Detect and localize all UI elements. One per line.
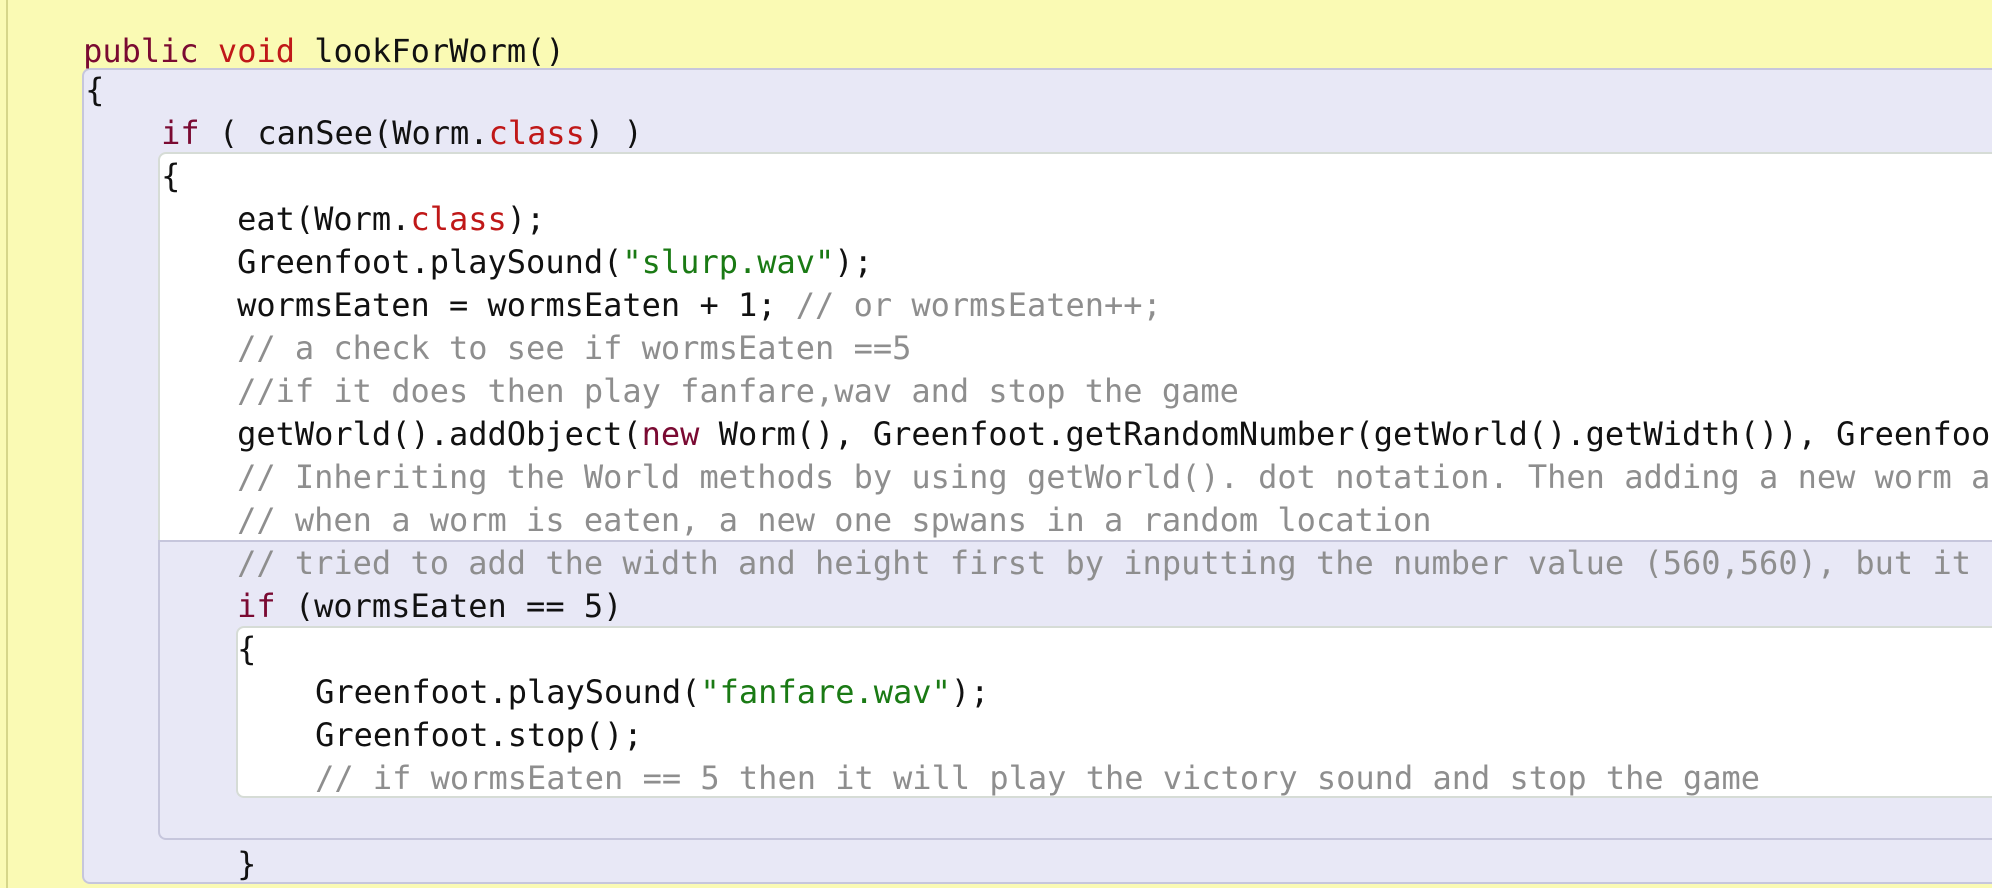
- keyword-void: void: [217, 32, 295, 70]
- code-line-comment-width[interactable]: // tried to add the width and height fir…: [160, 499, 1992, 582]
- code-editor[interactable]: public void lookForWorm() { if ( canSee(…: [0, 0, 1992, 888]
- code-text: ( canSee(Worm.: [199, 114, 489, 152]
- code-line-stop[interactable]: Greenfoot.stop();: [238, 671, 643, 754]
- code-line-if-open-brace[interactable]: {: [84, 112, 180, 195]
- code-line-comment-spawn[interactable]: // when a worm is eaten, a new one spwan…: [160, 456, 1431, 539]
- code-line-play-fanfare[interactable]: Greenfoot.playSound("fanfare.wav");: [238, 628, 989, 711]
- code-line-if2-open-brace[interactable]: {: [160, 585, 256, 668]
- string-literal: "fanfare.wav": [700, 673, 951, 711]
- code-line-comment-victory[interactable]: // if wormsEaten == 5 then it will play …: [238, 714, 1760, 797]
- code-line-add-object[interactable]: getWorld().addObject(new Worm(), Greenfo…: [160, 370, 1992, 453]
- code-line-comment-inherit[interactable]: // Inheriting the World methods by using…: [160, 413, 1992, 496]
- code-text: );: [950, 673, 990, 711]
- code-text: ) ): [584, 114, 643, 152]
- code-line-if1-close-brace[interactable]: }: [84, 843, 180, 886]
- keyword-class: class: [488, 114, 585, 152]
- brace: }: [237, 845, 257, 883]
- comment: // if wormsEaten == 5 then it will play …: [315, 759, 1760, 797]
- code-text: (wormsEaten == 5): [275, 587, 623, 625]
- code-line-worms-increment[interactable]: wormsEaten = wormsEaten + 1; // or worms…: [160, 241, 1162, 324]
- code-line-comment-fanfare[interactable]: //if it does then play fanfare,wav and s…: [160, 327, 1239, 410]
- code-line-if2-close-brace[interactable]: }: [160, 800, 256, 883]
- code-line-play-slurp[interactable]: Greenfoot.playSound("slurp.wav");: [160, 198, 873, 281]
- code-line-eat[interactable]: eat(Worm.class);: [160, 155, 545, 238]
- code-line-comment-check[interactable]: // a check to see if wormsEaten ==5: [160, 284, 911, 367]
- code-line-if-cansee[interactable]: if ( canSee(Worm.class) ): [84, 69, 643, 152]
- code-line-if-worms[interactable]: if (wormsEaten == 5): [160, 542, 622, 625]
- method-name: lookForWorm(): [314, 32, 565, 70]
- code-line-method-open-brace[interactable]: {: [8, 26, 104, 109]
